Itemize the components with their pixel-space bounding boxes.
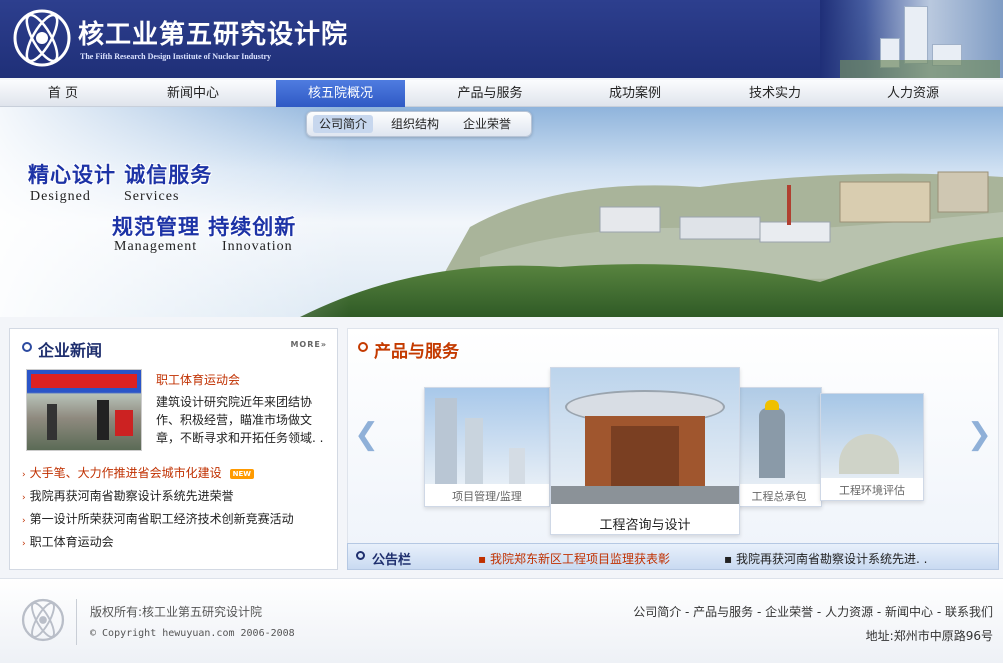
arrow-bullet-icon: › — [22, 516, 26, 526]
subnav-dropdown: 公司简介 组织结构 企业荣誉 — [306, 111, 532, 137]
subnav-item-organization[interactable]: 组织结构 — [385, 115, 445, 133]
products-panel-title: 产品与服务 — [374, 342, 459, 362]
news-panel-title: 企业新闻 — [38, 341, 103, 360]
notice-item[interactable]: ▪ 我院郑东新区工程项目监理获表彰 — [478, 550, 670, 567]
product-card-environmental-assessment[interactable]: 工程环境评估 — [820, 393, 924, 501]
notice-label: 公告栏 — [372, 553, 412, 568]
slogan-management-innovation: 规范管理 持续创新 — [112, 215, 297, 239]
nav-item-products[interactable]: 产品与服务 — [425, 80, 555, 107]
site-header: 核工业第五研究设计院 The Fifth Research Design Ins… — [0, 0, 1003, 78]
notice-bar: 公告栏 ▪ 我院郑东新区工程项目监理获表彰 ▪ 我院再获河南省勘察设计系统先进.… — [347, 543, 999, 570]
product-card-consulting-design[interactable]: 工程咨询与设计 — [550, 367, 740, 535]
nav-item-news[interactable]: 新闻中心 — [130, 80, 256, 107]
news-list-item[interactable]: › 大手笔、大力作推进省会城市化建设 NEW — [22, 464, 254, 481]
nav-item-cases[interactable]: 成功案例 — [570, 80, 700, 107]
product-card-project-management[interactable]: 项目管理/监理 — [424, 387, 550, 507]
new-badge: NEW — [229, 468, 254, 479]
card-image — [425, 388, 549, 484]
site-title: 核工业第五研究设计院 — [78, 20, 349, 50]
slogan-en-services: Services — [124, 189, 180, 204]
atom-logo-icon[interactable] — [12, 6, 72, 70]
subnav-item-honors[interactable]: 企业荣誉 — [457, 115, 517, 133]
slogan-en-innovation: Innovation — [222, 239, 293, 254]
slogan-design-service: 精心设计 诚信服务 — [28, 163, 213, 187]
hero-banner: 精心设计 诚信服务 Designed Services 规范管理 持续创新 Ma… — [0, 107, 1003, 317]
site-footer: 版权所有:核工业第五研究设计院 © Copyright hewuyuan.com… — [0, 578, 1003, 663]
product-card-label: 工程总承包 — [751, 490, 807, 503]
bullet-circle-icon — [356, 551, 365, 560]
nav-item-home[interactable]: 首 页 — [0, 80, 126, 107]
carousel-prev-icon[interactable]: ❮ — [354, 417, 379, 452]
square-bullet-icon: ▪ — [724, 552, 736, 566]
copyright-en-text: © Copyright hewuyuan.com 2006-2008 — [90, 628, 295, 639]
product-card-label: 工程环境评估 — [839, 484, 905, 497]
more-link[interactable]: MORE» — [290, 340, 327, 349]
footer-address: 地址:郑州市中原路96号 — [865, 629, 993, 643]
product-card-label: 项目管理/监理 — [452, 490, 522, 503]
news-featured-photo[interactable] — [26, 369, 142, 451]
notice-item[interactable]: ▪ 我院再获河南省勘察设计系统先进. . — [724, 550, 927, 567]
card-image — [551, 368, 739, 504]
news-list-item[interactable]: › 我院再获河南省勘察设计系统先进荣誉 — [22, 487, 234, 504]
featured-news-description: 建筑设计研究院近年来团结协作、积极经营，瞄准市场做文章，不断寻求和开拓任务领域.… — [156, 395, 324, 445]
slogan-en-management: Management — [114, 239, 198, 254]
card-image — [737, 388, 821, 484]
arrow-bullet-icon: › — [22, 539, 26, 549]
news-list-item[interactable]: › 第一设计所荣获河南省职工经济技术创新竞赛活动 — [22, 510, 294, 527]
product-card-label: 工程咨询与设计 — [599, 518, 691, 533]
square-bullet-icon: ▪ — [478, 552, 490, 566]
slogan-en-designed: Designed — [30, 189, 91, 204]
bullet-circle-icon — [358, 342, 368, 352]
news-panel: 企业新闻 MORE» 职工体育运动会 建筑设计研究院近年来团结协作、积极经营，瞄… — [9, 328, 338, 570]
site-subtitle: The Fifth Research Design Institute of N… — [80, 52, 272, 61]
arrow-bullet-icon: › — [22, 493, 26, 503]
main-nav: 首 页 新闻中心 核五院概况 产品与服务 成功案例 技术实力 人力资源 — [0, 80, 1003, 107]
product-card-general-contracting[interactable]: 工程总承包 — [736, 387, 822, 507]
footer-divider — [76, 599, 77, 645]
atom-logo-icon — [21, 598, 65, 642]
nav-item-technology[interactable]: 技术实力 — [710, 80, 840, 107]
header-building-photo — [820, 0, 1003, 78]
copyright-text: 版权所有:核工业第五研究设计院 — [90, 605, 263, 619]
arrow-bullet-icon: › — [22, 470, 26, 480]
footer-links[interactable]: 公司简介 - 产品与服务 - 企业荣誉 - 人力资源 - 新闻中心 - 联系我们 — [633, 603, 993, 620]
subnav-item-company-profile[interactable]: 公司简介 — [313, 115, 374, 133]
bullet-circle-icon — [22, 342, 32, 352]
nav-item-overview[interactable]: 核五院概况 — [276, 80, 405, 107]
news-list-item[interactable]: › 职工体育运动会 — [22, 533, 114, 550]
card-image — [821, 394, 923, 478]
products-panel: 产品与服务 ❮ ❯ 项目管理/监理 工程总承包 工程环境评估 工程咨询与设计 — [347, 328, 999, 570]
featured-news-title[interactable]: 职工体育运动会 — [156, 371, 240, 388]
carousel-next-icon[interactable]: ❯ — [967, 417, 992, 452]
nav-item-hr[interactable]: 人力资源 — [848, 80, 978, 107]
